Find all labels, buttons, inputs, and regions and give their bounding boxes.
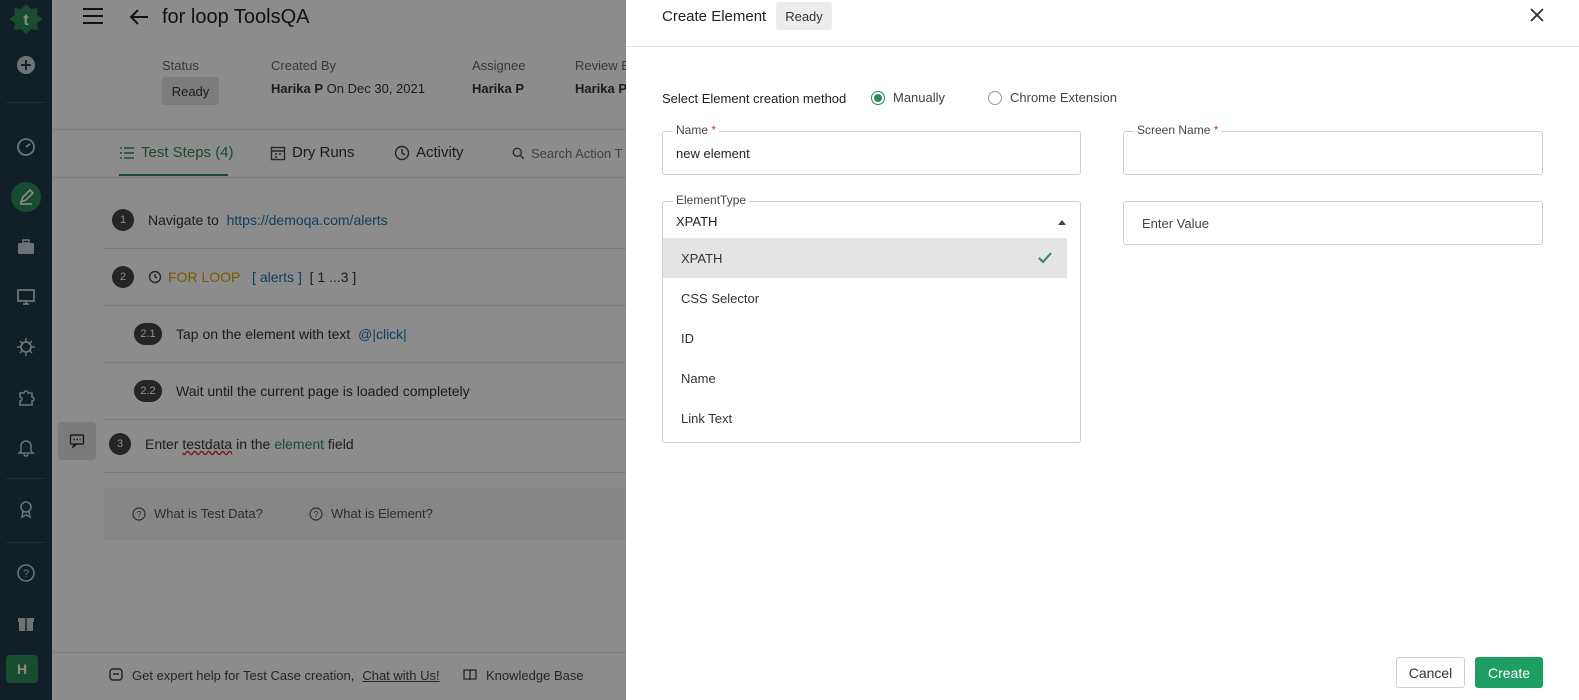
radio-manually[interactable]: Manually: [871, 90, 945, 105]
element-type-dropdown: XPATH CSS Selector ID Name Link Text: [662, 236, 1081, 443]
name-field[interactable]: Name * new element: [662, 123, 1081, 175]
check-icon: [1038, 252, 1052, 264]
element-value-input[interactable]: Enter Value: [1123, 201, 1543, 245]
radio-checked-icon: [871, 90, 885, 105]
modal-backdrop[interactable]: [0, 0, 626, 700]
option-xpath[interactable]: XPATH: [663, 238, 1067, 278]
close-icon[interactable]: [1526, 4, 1548, 26]
creation-method-label: Select Element creation method: [662, 91, 847, 106]
option-link-text[interactable]: Link Text: [663, 398, 1067, 438]
option-name[interactable]: Name: [663, 358, 1067, 398]
radio-unchecked-icon: [988, 90, 1002, 105]
caret-up-icon: [1058, 220, 1066, 225]
create-element-panel: Create Element Ready Select Element crea…: [626, 0, 1579, 700]
panel-title: Create Element: [662, 8, 767, 25]
screen-name-field[interactable]: Screen Name *: [1123, 123, 1543, 175]
radio-chrome-extension[interactable]: Chrome Extension: [988, 90, 1117, 105]
name-input[interactable]: new element: [676, 146, 750, 161]
create-button[interactable]: Create: [1475, 657, 1543, 688]
option-css-selector[interactable]: CSS Selector: [663, 278, 1067, 318]
cancel-button[interactable]: Cancel: [1396, 657, 1465, 688]
element-type-select[interactable]: ElementType XPATH: [662, 193, 1081, 237]
option-id[interactable]: ID: [663, 318, 1067, 358]
panel-header: Create Element Ready: [626, 0, 1579, 47]
status-badge: Ready: [776, 2, 832, 30]
